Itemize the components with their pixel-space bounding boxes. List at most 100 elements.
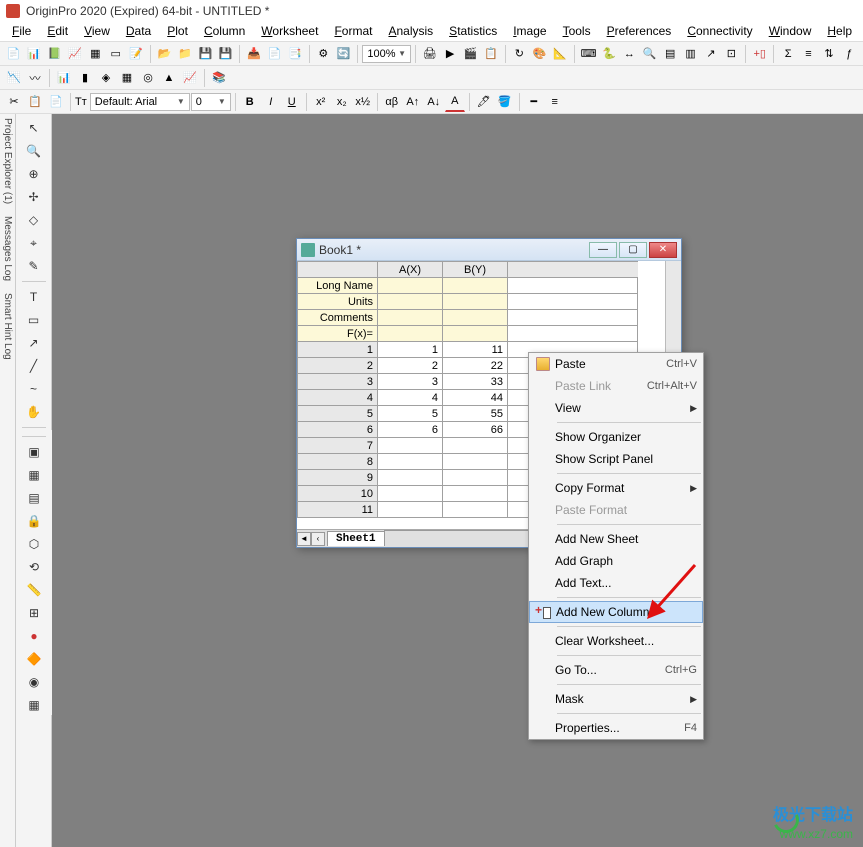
paste-icon[interactable]: 📄 — [46, 92, 66, 112]
save-icon[interactable]: 💾 — [196, 44, 215, 64]
print-icon[interactable]: 🖨 — [420, 44, 439, 64]
underline-icon[interactable]: U — [282, 92, 302, 112]
sheet-tab[interactable]: Sheet1 — [327, 531, 385, 546]
cm-clear-worksheet[interactable]: Clear Worksheet... — [529, 630, 703, 652]
italic-icon[interactable]: I — [261, 92, 281, 112]
supersub-icon[interactable]: x½ — [353, 92, 373, 112]
transfer-icon[interactable]: ↔ — [620, 44, 639, 64]
font-color-icon[interactable]: A — [445, 92, 465, 112]
line-style-icon[interactable]: ━ — [524, 92, 544, 112]
zoom-combo[interactable]: 100%▼ — [362, 45, 411, 63]
text-tool-icon[interactable]: T — [24, 287, 44, 307]
slide-icon[interactable]: ▶ — [440, 44, 459, 64]
color-scale-icon[interactable]: ● — [24, 626, 44, 646]
import-multiple-icon[interactable]: 📑 — [285, 44, 304, 64]
cell[interactable]: 5 — [378, 406, 443, 422]
cm-paste-format[interactable]: Paste Format — [529, 499, 703, 521]
cell[interactable] — [378, 502, 443, 518]
data-reader-icon[interactable]: ✢ — [24, 187, 44, 207]
cell[interactable]: 33 — [443, 374, 508, 390]
row-units[interactable]: Units — [298, 294, 378, 310]
col-header-b[interactable]: B(Y) — [443, 262, 508, 278]
cm-copy-format[interactable]: Copy Format ▶ — [529, 477, 703, 499]
cm-paste-link[interactable]: Paste Link Ctrl+Alt+V — [529, 375, 703, 397]
cell[interactable]: 66 — [443, 422, 508, 438]
cm-show-organizer[interactable]: Show Organizer — [529, 426, 703, 448]
plot-curve-icon[interactable]: 〰 — [25, 68, 45, 88]
cell[interactable]: 22 — [443, 358, 508, 374]
batch-icon[interactable]: ⚙ — [314, 44, 333, 64]
cm-paste[interactable]: Paste Ctrl+V — [529, 353, 703, 375]
row-hdr[interactable]: 4 — [298, 390, 378, 406]
import-wizard-icon[interactable]: 📥 — [244, 44, 263, 64]
zoom-tool-icon[interactable]: 🔍 — [24, 141, 44, 161]
row-hdr[interactable]: 11 — [298, 502, 378, 518]
roi-tool-icon[interactable]: ⬡ — [24, 534, 44, 554]
new-excel-icon[interactable]: 📗 — [45, 44, 64, 64]
open-template-icon[interactable]: 📁 — [175, 44, 194, 64]
mask-tool-icon[interactable]: ▣ — [24, 442, 44, 462]
new-workbook-icon[interactable]: 📊 — [24, 44, 43, 64]
layer-icon[interactable]: ▤ — [660, 44, 679, 64]
plot-column-icon[interactable]: ▮ — [75, 68, 95, 88]
plot-bar-icon[interactable]: 📊 — [54, 68, 74, 88]
cell[interactable] — [443, 438, 508, 454]
menu-view[interactable]: View — [76, 22, 118, 41]
row-hdr[interactable]: 5 — [298, 406, 378, 422]
row-stats-icon[interactable]: ≡ — [799, 44, 818, 64]
plot-stat-icon[interactable]: ▦ — [117, 68, 137, 88]
sort-icon[interactable]: ⇅ — [819, 44, 838, 64]
tab-prev-icon[interactable]: ‹ — [311, 532, 325, 546]
row-hdr[interactable]: 2 — [298, 358, 378, 374]
cut-icon[interactable]: ✂ — [4, 92, 24, 112]
col-header-a[interactable]: A(X) — [378, 262, 443, 278]
layer2-icon[interactable]: ▥ — [681, 44, 700, 64]
pointer-icon[interactable]: ↖ — [24, 118, 44, 138]
menu-connectivity[interactable]: Connectivity — [679, 22, 760, 41]
cm-show-script[interactable]: Show Script Panel — [529, 448, 703, 470]
cell[interactable] — [378, 470, 443, 486]
new-color-icon[interactable]: 🎨 — [530, 44, 549, 64]
line-tool-icon[interactable]: ╱ — [24, 356, 44, 376]
minimize-button[interactable]: — — [589, 242, 617, 258]
cell[interactable]: 6 — [378, 422, 443, 438]
screen-reader-icon[interactable]: ⊕ — [24, 164, 44, 184]
new-matrix-icon[interactable]: ▦ — [86, 44, 105, 64]
maximize-button[interactable]: ▢ — [619, 242, 647, 258]
hand-tool-icon[interactable]: ✋ — [24, 402, 44, 422]
scale2-icon[interactable]: ⟲ — [24, 557, 44, 577]
copy-icon[interactable]: 📋 — [25, 92, 45, 112]
cell[interactable] — [378, 454, 443, 470]
fit-page-icon[interactable]: ⊡ — [722, 44, 741, 64]
close-button[interactable]: ✕ — [649, 242, 677, 258]
import-single-icon[interactable]: 📄 — [265, 44, 284, 64]
new-graph-icon[interactable]: 📈 — [65, 44, 84, 64]
menu-statistics[interactable]: Statistics — [441, 22, 505, 41]
menu-column[interactable]: Column — [196, 22, 253, 41]
cell[interactable] — [443, 486, 508, 502]
cell[interactable] — [443, 502, 508, 518]
stats-icon[interactable]: Σ — [778, 44, 797, 64]
messages-log-tab[interactable]: Messages Log — [2, 216, 13, 281]
new-project-icon[interactable]: 📄 — [4, 44, 23, 64]
curve-tool-icon[interactable]: ~ — [24, 379, 44, 399]
row-hdr[interactable]: 8 — [298, 454, 378, 470]
refresh-icon[interactable]: ↻ — [510, 44, 529, 64]
cell[interactable]: 11 — [443, 342, 508, 358]
draw-data-icon[interactable]: ✎ — [24, 256, 44, 276]
row-hdr[interactable]: 3 — [298, 374, 378, 390]
menu-image[interactable]: Image — [505, 22, 554, 41]
new-notes-icon[interactable]: 📝 — [126, 44, 145, 64]
plot-line-icon[interactable]: 📉 — [4, 68, 24, 88]
subscript-icon[interactable]: x₂ — [332, 92, 352, 112]
decrease-font-icon[interactable]: A↓ — [424, 92, 444, 112]
cm-add-text[interactable]: Add Text... — [529, 572, 703, 594]
mask-region-icon[interactable]: ▦ — [24, 465, 44, 485]
superscript-icon[interactable]: x² — [311, 92, 331, 112]
cm-view[interactable]: View ▶ — [529, 397, 703, 419]
plot-area-icon[interactable]: ▲ — [159, 68, 179, 88]
cell[interactable]: 3 — [378, 374, 443, 390]
new-layout-icon[interactable]: ▭ — [106, 44, 125, 64]
menu-tools[interactable]: Tools — [555, 22, 599, 41]
plot-contour-icon[interactable]: ◎ — [138, 68, 158, 88]
